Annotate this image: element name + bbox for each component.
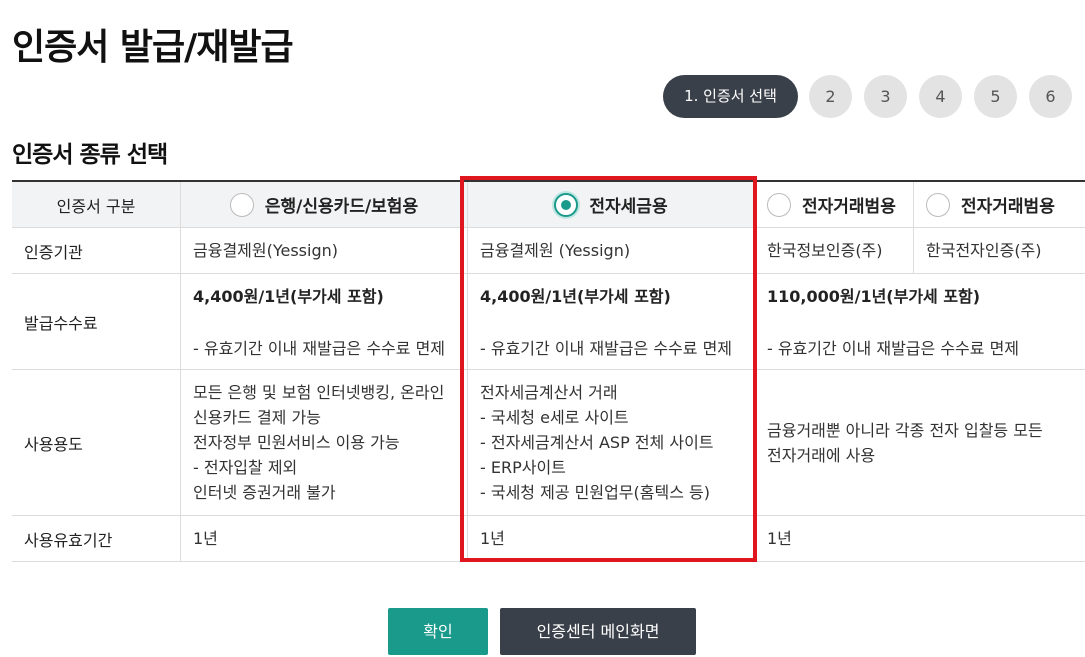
usage-line: 금융거래뿐 아니라 각종 전자 입찰등 모든 [767,421,1043,440]
issuer-cell: 금융결제원 (Yessign) [467,228,754,273]
usage-line: - 국세청 e세로 사이트 [480,408,629,427]
option-label: 전자거래범용 [802,197,896,217]
row-label: 발급수수료 [24,313,98,333]
table-row-usage: 사용용도 모든 은행 및 보험 인터넷뱅킹, 온라인 신용카드 결제 가능 전자… [12,370,1085,516]
row-label: 사용유효기간 [24,530,113,550]
issuer-cell: 금융결제원(Yessign) [180,228,467,273]
option-label: 전자세금용 [589,197,668,217]
fee-cell: 4,400원/1년(부가세 포함) - 유효기간 이내 재발급은 수수료 면제 [467,274,754,369]
validity-cell: 1년 [754,516,1085,561]
step-5[interactable]: 5 [974,75,1017,118]
issuer-value: 금융결제원 (Yessign) [480,241,631,260]
fee-note: - 유효기간 이내 재발급은 수수료 면제 [767,339,1020,358]
fee-note: - 유효기간 이내 재발급은 수수료 면제 [193,339,446,358]
usage-line: 모든 은행 및 보험 인터넷뱅킹, 온라인 [193,383,445,402]
usage-line: 신용카드 결제 가능 [193,408,321,427]
usage-cell: 전자세금계산서 거래 - 국세청 e세로 사이트 - 전자세금계산서 ASP 전… [467,370,754,515]
usage-cell: 금융거래뿐 아니라 각종 전자 입찰등 모든 전자거래에 사용 [754,370,1085,515]
certificate-table: 인증서 구분 은행/신용카드/보험용 전자세금용 전자거래범용 전자거래범용 인… [12,180,1085,562]
page-title: 인증서 발급/재발급 [12,27,294,68]
header-label: 인증서 구분 [56,196,136,216]
radio-e-tax[interactable] [554,192,579,217]
usage-line: 전자거래에 사용 [767,446,876,465]
row-label: 인증기관 [24,242,83,262]
main-screen-button[interactable]: 인증센터 메인화면 [500,608,696,655]
usage-line: 전자정부 민원서비스 이용 가능 [193,433,400,452]
step-1-current[interactable]: 1. 인증서 선택 [663,75,798,118]
usage-line: - 전자세금계산서 ASP 전체 사이트 [480,433,714,452]
validity-value: 1년 [193,529,218,548]
fee-price: 4,400원/1년(부가세 포함) [193,287,384,306]
section-title: 인증서 종류 선택 [12,142,168,168]
usage-line: 인터넷 증권거래 불가 [193,483,336,502]
validity-cell: 1년 [467,516,754,561]
issuer-cell: 한국전자인증(주) [913,228,1085,273]
option-bank-card-insurance[interactable]: 은행/신용카드/보험용 [180,182,467,227]
validity-value: 1년 [480,529,505,548]
table-row-validity: 사용유효기간 1년 1년 1년 [12,516,1085,562]
option-e-tax[interactable]: 전자세금용 [467,182,754,227]
validity-cell: 1년 [180,516,467,561]
issuer-value: 한국정보인증(주) [767,241,883,260]
option-e-commerce-1[interactable]: 전자거래범용 [754,182,913,227]
table-header-row: 인증서 구분 은행/신용카드/보험용 전자세금용 전자거래범용 전자거래범용 [12,182,1085,228]
radio-e-commerce-2[interactable] [926,192,950,217]
usage-cell: 모든 은행 및 보험 인터넷뱅킹, 온라인 신용카드 결제 가능 전자정부 민원… [180,370,467,515]
issuer-cell: 한국정보인증(주) [754,228,913,273]
fee-note: - 유효기간 이내 재발급은 수수료 면제 [480,339,733,358]
row-label: 사용용도 [24,434,83,454]
step-4[interactable]: 4 [919,75,962,118]
confirm-button[interactable]: 확인 [388,608,488,655]
step-3[interactable]: 3 [864,75,907,118]
usage-line: - 전자입찰 제외 [193,458,298,477]
header-label-cell: 인증서 구분 [12,182,180,227]
fee-price: 110,000원/1년(부가세 포함) [767,287,981,306]
radio-e-commerce-1[interactable] [767,192,791,217]
table-row-fee: 발급수수료 4,400원/1년(부가세 포함) - 유효기간 이내 재발급은 수… [12,274,1085,370]
issuer-value: 한국전자인증(주) [926,241,1042,260]
step-2[interactable]: 2 [809,75,852,118]
option-label: 전자거래범용 [961,197,1055,217]
table-row-issuer: 인증기관 금융결제원(Yessign) 금융결제원 (Yessign) 한국정보… [12,228,1085,274]
usage-line: - ERP사이트 [480,458,566,477]
option-e-commerce-2[interactable]: 전자거래범용 [913,182,1085,227]
radio-bank-card-insurance[interactable] [229,192,254,217]
option-label: 은행/신용카드/보험용 [264,197,419,217]
usage-line: 전자세금계산서 거래 [480,383,618,402]
fee-cell: 4,400원/1년(부가세 포함) - 유효기간 이내 재발급은 수수료 면제 [180,274,467,369]
validity-value: 1년 [767,529,792,548]
issuer-value: 금융결제원(Yessign) [193,241,338,260]
fee-price: 4,400원/1년(부가세 포함) [480,287,671,306]
step-6[interactable]: 6 [1029,75,1072,118]
fee-cell: 110,000원/1년(부가세 포함) - 유효기간 이내 재발급은 수수료 면… [754,274,1085,369]
usage-line: - 국세청 제공 민원업무(홈텍스 등) [480,483,710,502]
